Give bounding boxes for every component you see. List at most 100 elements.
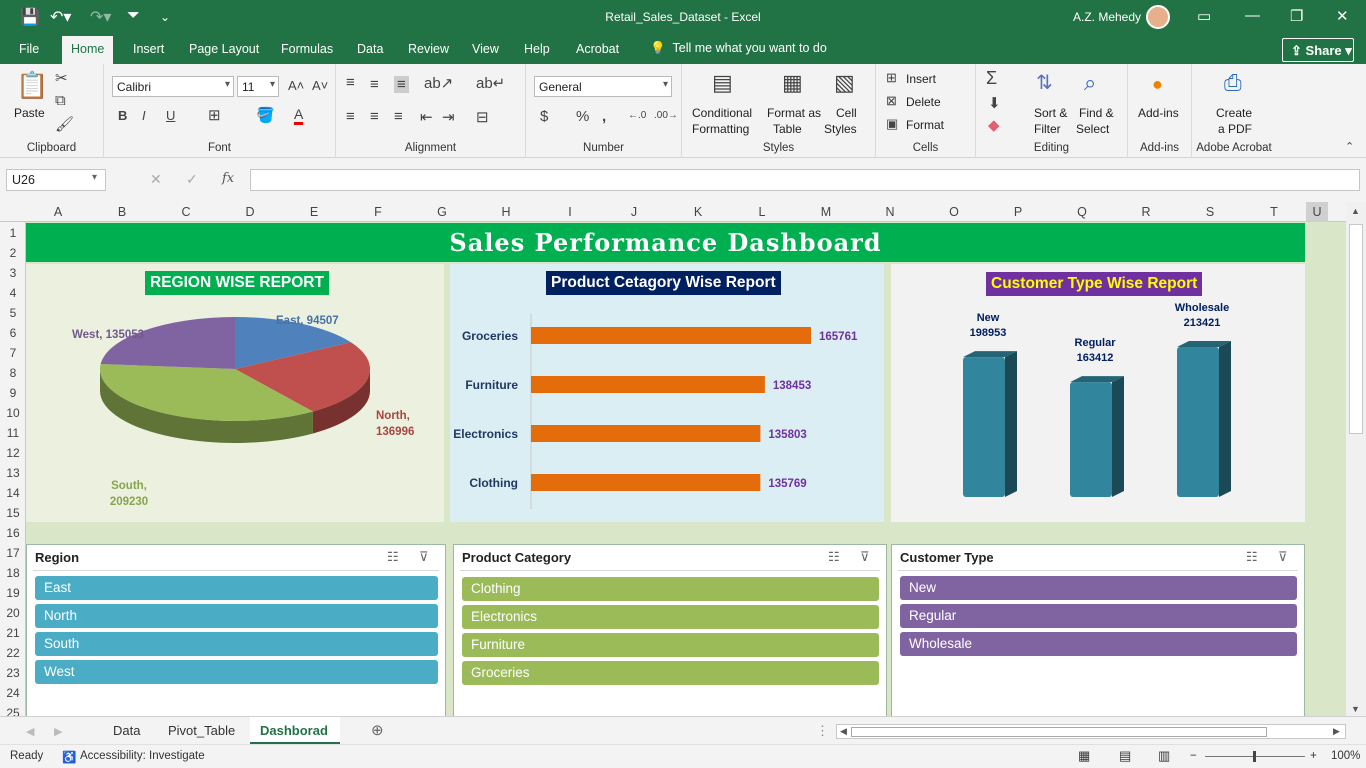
product-chart-panel[interactable]: Product Cetagory Wise Report Groceries 16… xyxy=(450,264,884,522)
column-header-u[interactable]: U xyxy=(1306,202,1328,222)
accessibility-icon[interactable]: ♿ xyxy=(62,750,76,764)
dashboard-sheet[interactable]: Sales Performance Dashboard REGION WISE … xyxy=(26,222,1346,716)
comma-icon[interactable]: , xyxy=(602,108,606,125)
add-sheet-icon[interactable]: ⊕ xyxy=(371,721,384,739)
tab-help[interactable]: Help xyxy=(524,42,550,56)
format-as-table-button[interactable]: Format as xyxy=(767,106,821,120)
column-header-m[interactable]: M xyxy=(794,205,858,219)
slicer-item-wholesale[interactable]: Wholesale xyxy=(900,632,1297,656)
percent-icon[interactable]: % xyxy=(576,108,589,125)
format-cells-button[interactable]: Format xyxy=(906,118,944,132)
slicer-item-regular[interactable]: Regular xyxy=(900,604,1297,628)
column-header-s[interactable]: S xyxy=(1178,205,1242,219)
row-header-19[interactable]: 19 xyxy=(0,586,26,600)
align-center-icon[interactable]: ≡ xyxy=(370,108,379,125)
product-category-slicer[interactable]: Product Category ☷ ⊽ Clothing Electronic… xyxy=(453,544,887,716)
row-header-1[interactable]: 1 xyxy=(0,226,26,240)
tab-view[interactable]: View xyxy=(472,42,499,56)
clear-filter-icon[interactable]: ⊽ xyxy=(419,549,429,565)
multi-select-icon[interactable]: ☷ xyxy=(828,549,840,565)
column-header-h[interactable]: H xyxy=(474,205,538,219)
fill-color-icon[interactable]: 🪣 xyxy=(256,106,275,124)
align-middle-icon[interactable]: ≡ xyxy=(370,76,379,93)
create-pdf-button[interactable]: Create xyxy=(1216,106,1252,120)
zoom-in-icon[interactable]: + xyxy=(1310,750,1317,762)
tab-page-layout[interactable]: Page Layout xyxy=(189,42,259,56)
tab-review[interactable]: Review xyxy=(408,42,449,56)
orientation-icon[interactable]: ab↗ xyxy=(424,74,453,92)
column-header-i[interactable]: I xyxy=(538,205,602,219)
column-header-c[interactable]: C xyxy=(154,205,218,219)
slicer-item-clothing[interactable]: Clothing xyxy=(462,577,879,601)
row-header-21[interactable]: 21 xyxy=(0,626,26,640)
row-header-14[interactable]: 14 xyxy=(0,486,26,500)
clear-filter-icon[interactable]: ⊽ xyxy=(1278,549,1288,565)
tab-file[interactable]: File xyxy=(19,42,39,56)
cell-styles-icon[interactable]: ▧ xyxy=(834,70,855,96)
wrap-text-icon[interactable]: ab↵ xyxy=(476,74,505,92)
format-as-table-button-line2[interactable]: Table xyxy=(773,122,802,136)
column-header-b[interactable]: B xyxy=(90,205,154,219)
accessibility-status[interactable]: Accessibility: Investigate xyxy=(80,750,205,762)
minimize-icon[interactable]: — xyxy=(1245,7,1260,24)
scroll-left-icon[interactable]: ◀ xyxy=(840,726,847,737)
increase-indent-icon[interactable]: ⇥ xyxy=(442,108,455,126)
find-select-button[interactable]: Find & xyxy=(1079,106,1114,120)
row-header-9[interactable]: 9 xyxy=(0,386,26,400)
copy-icon[interactable]: ⧉ xyxy=(55,92,66,109)
column-header-t[interactable]: T xyxy=(1242,205,1306,219)
slicer-item-groceries[interactable]: Groceries xyxy=(462,661,879,685)
prev-sheet-icon[interactable]: ◀ xyxy=(26,725,34,738)
column-header-n[interactable]: N xyxy=(858,205,922,219)
decrease-indent-icon[interactable]: ⇤ xyxy=(420,108,433,126)
normal-view-icon[interactable]: ▦ xyxy=(1078,748,1090,764)
row-header-15[interactable]: 15 xyxy=(0,506,26,520)
merge-center-icon[interactable]: ⊟ xyxy=(476,108,489,126)
enter-icon[interactable]: ✓ xyxy=(186,171,198,188)
formula-input[interactable] xyxy=(250,169,1360,191)
column-header-k[interactable]: K xyxy=(666,205,730,219)
scroll-up-icon[interactable]: ▲ xyxy=(1351,206,1360,216)
font-name-select[interactable]: Calibri xyxy=(112,76,234,97)
cell-styles-button[interactable]: Cell xyxy=(836,106,857,120)
row-header-12[interactable]: 12 xyxy=(0,446,26,460)
clear-filter-icon[interactable]: ⊽ xyxy=(860,549,870,565)
add-ins-button[interactable]: Add-ins xyxy=(1138,106,1179,120)
cell-styles-button-line2[interactable]: Styles xyxy=(824,122,857,136)
create-pdf-button-line2[interactable]: a PDF xyxy=(1218,122,1252,136)
region-chart-panel[interactable]: REGION WISE REPORT East, 94507 North, 1369… xyxy=(26,264,444,522)
column-header-j[interactable]: J xyxy=(602,205,666,219)
tab-data[interactable]: Data xyxy=(357,42,383,56)
row-header-16[interactable]: 16 xyxy=(0,526,26,540)
row-header-11[interactable]: 11 xyxy=(0,426,26,440)
zoom-level[interactable]: 100% xyxy=(1331,750,1360,762)
cancel-icon[interactable]: ✕ xyxy=(150,171,162,188)
italic-icon[interactable]: I xyxy=(142,108,146,123)
vertical-scroll-thumb[interactable] xyxy=(1349,224,1363,434)
row-header-20[interactable]: 20 xyxy=(0,606,26,620)
borders-icon[interactable]: ⊞ xyxy=(208,106,221,124)
sort-filter-button-line2[interactable]: Filter xyxy=(1034,122,1061,136)
font-size-select[interactable]: 11 xyxy=(237,76,279,97)
page-break-view-icon[interactable]: ▥ xyxy=(1158,748,1170,764)
slicer-item-electronics[interactable]: Electronics xyxy=(462,605,879,629)
column-header-r[interactable]: R xyxy=(1114,205,1178,219)
increase-decimal-icon[interactable]: ←.0 xyxy=(628,110,646,121)
next-sheet-icon[interactable]: ▶ xyxy=(54,725,62,738)
clear-icon[interactable]: ◆ xyxy=(988,116,1000,134)
multi-select-icon[interactable]: ☷ xyxy=(387,549,399,565)
number-format-select[interactable]: General xyxy=(534,76,672,97)
column-header-f[interactable]: F xyxy=(346,205,410,219)
format-painter-icon[interactable]: 🖌 xyxy=(55,115,74,133)
column-header-p[interactable]: P xyxy=(986,205,1050,219)
column-header-l[interactable]: L xyxy=(730,205,794,219)
fill-icon[interactable]: ⬇ xyxy=(988,94,1001,112)
autosum-icon[interactable]: Σ xyxy=(986,68,997,89)
add-ins-icon[interactable]: ● xyxy=(1152,74,1163,95)
share-button[interactable]: ⇪ Share ▾ xyxy=(1282,38,1354,62)
find-select-button-line2[interactable]: Select xyxy=(1076,122,1109,136)
sheet-tab-data[interactable]: Data xyxy=(113,723,140,738)
row-header-4[interactable]: 4 xyxy=(0,286,26,300)
format-cells-icon[interactable]: ▣ xyxy=(886,116,898,132)
multi-select-icon[interactable]: ☷ xyxy=(1246,549,1258,565)
